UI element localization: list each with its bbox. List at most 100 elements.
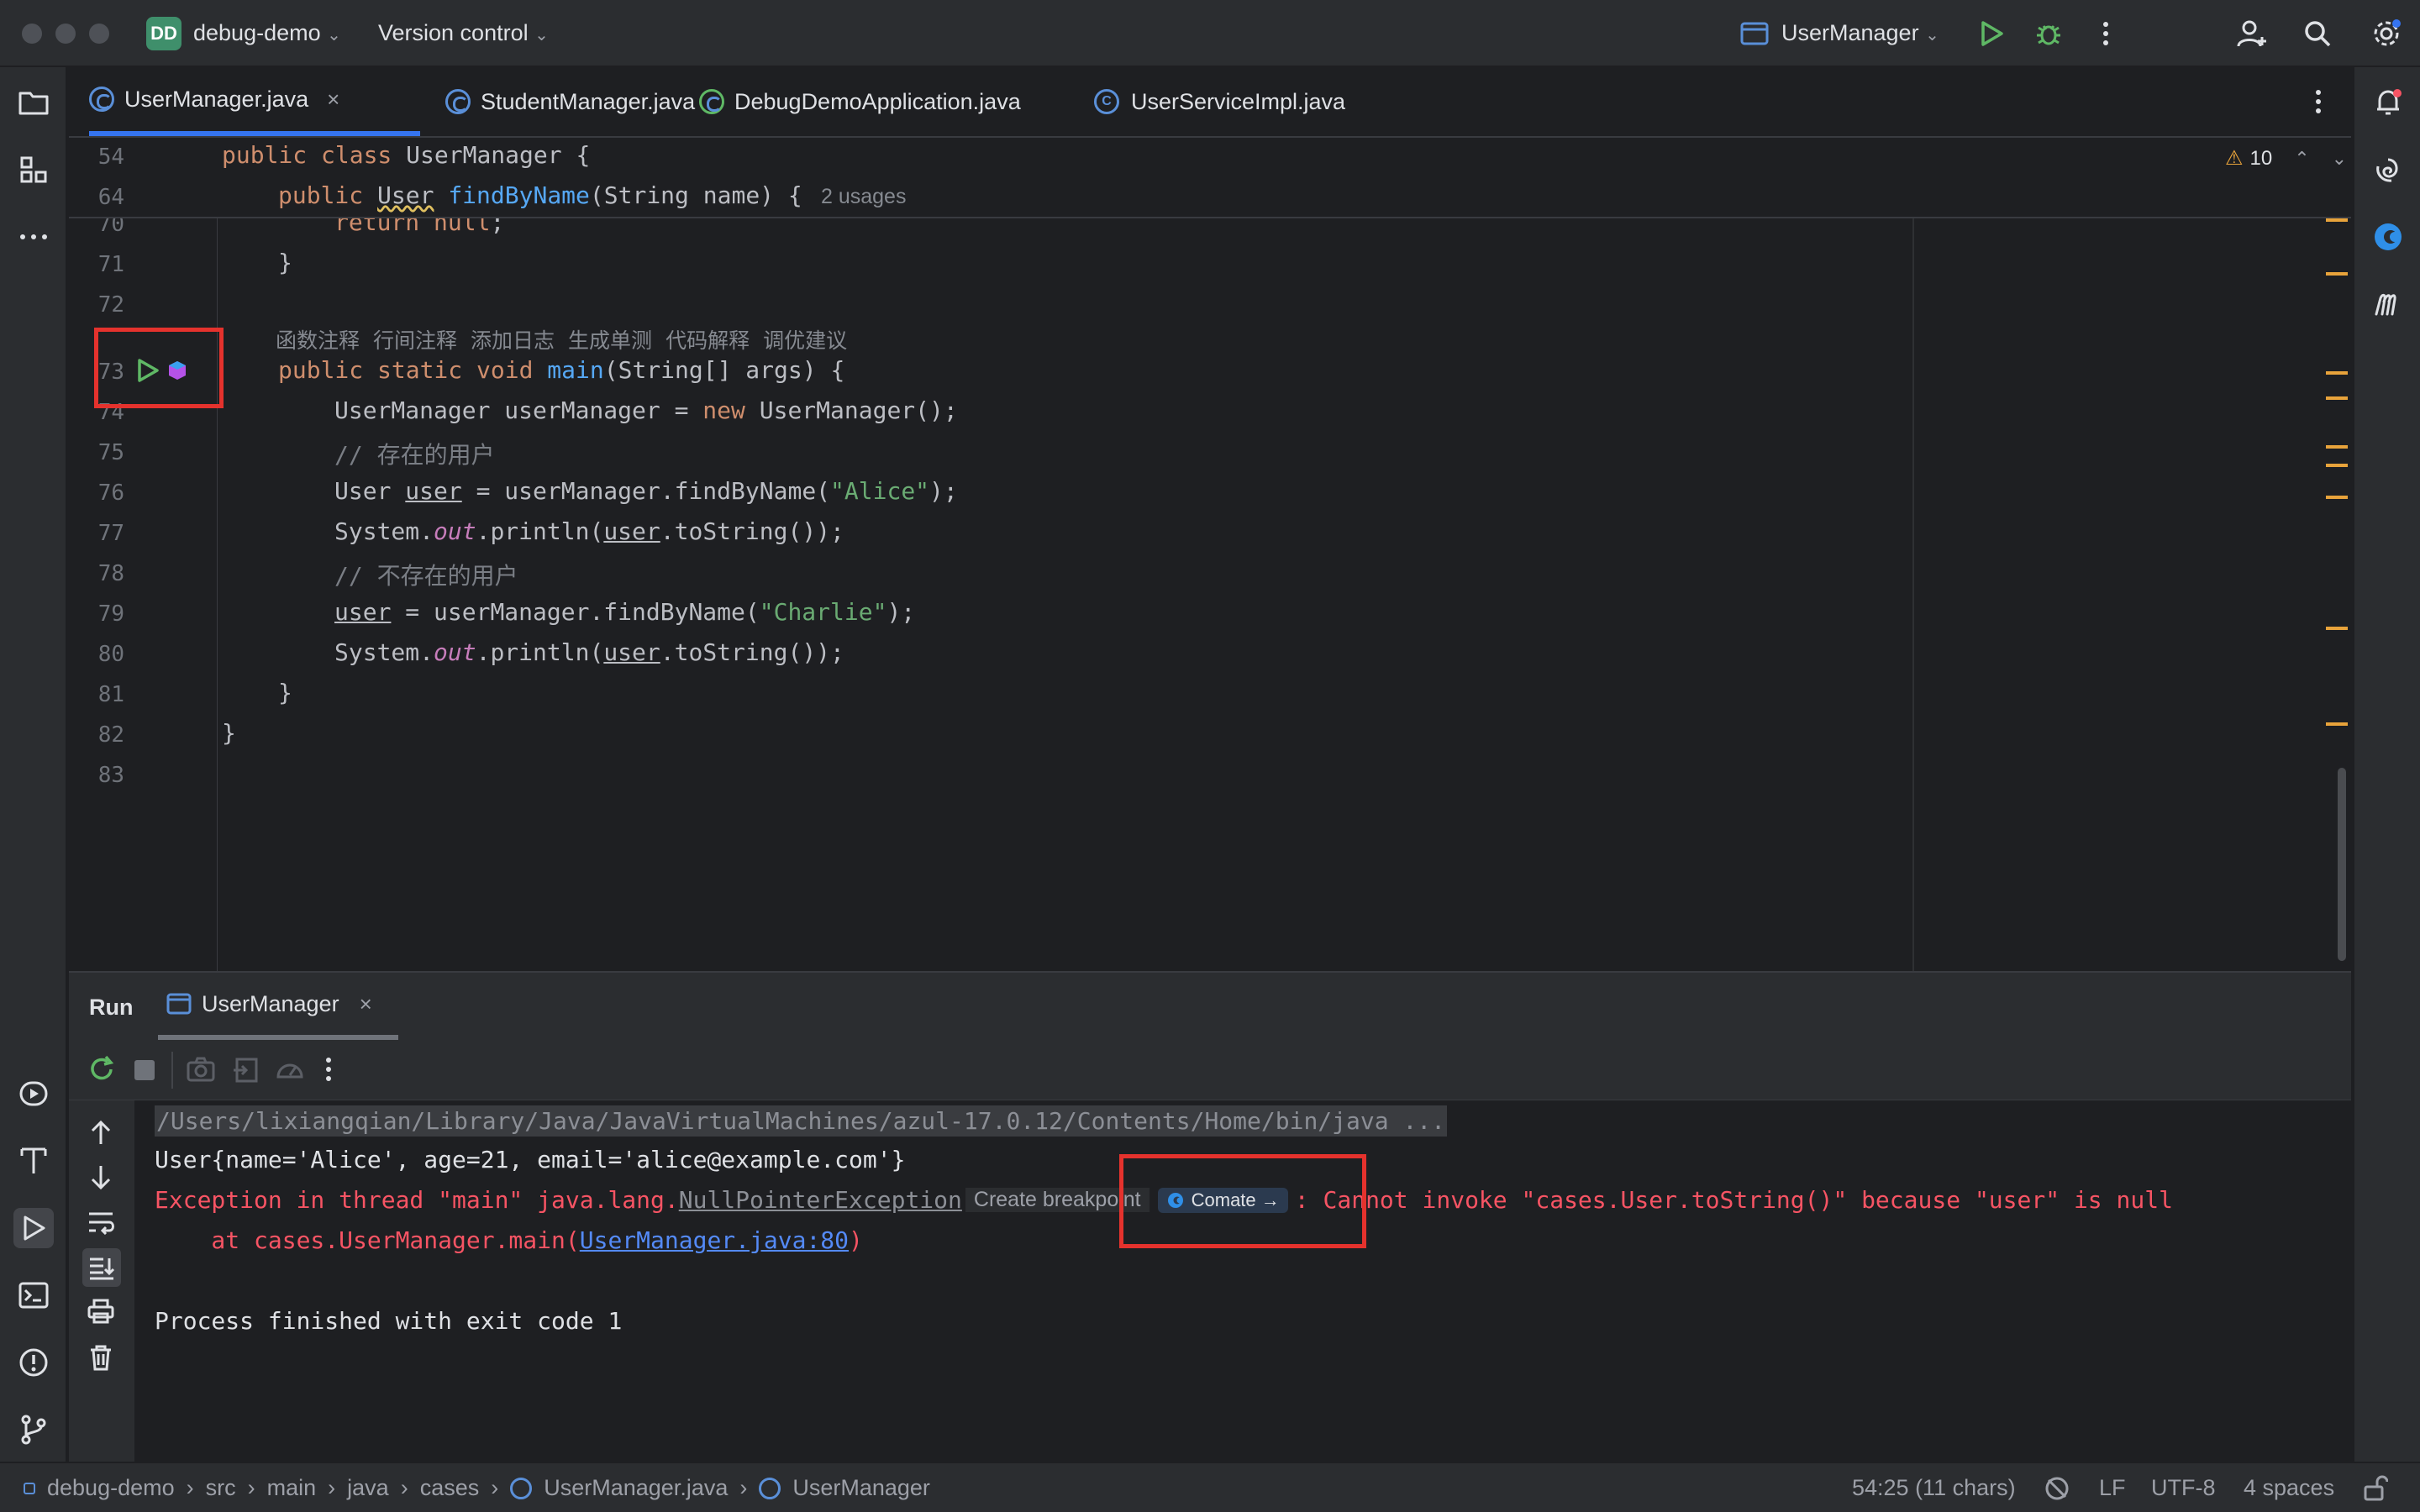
breadcrumb-item[interactable]: main <box>267 1475 317 1501</box>
stack-frame-link[interactable]: UserManager.java:80 <box>580 1226 849 1254</box>
codelens-add-log[interactable]: 添加日志 <box>471 324 555 354</box>
play-icon <box>1981 21 2003 46</box>
kebab-icon <box>326 1058 331 1081</box>
ai-assistant-button[interactable] <box>2368 150 2408 190</box>
breadcrumb-item[interactable]: UserManager <box>792 1475 930 1501</box>
project-selector[interactable]: debug-demo ⌄ <box>193 20 341 46</box>
warning-marker[interactable] <box>2326 464 2348 467</box>
dump-threads-button[interactable] <box>187 1057 215 1082</box>
warning-marker[interactable] <box>2326 627 2348 630</box>
scroll-down-button[interactable] <box>89 1164 113 1191</box>
print-button[interactable] <box>87 1299 114 1324</box>
run-button[interactable] <box>1975 17 2008 50</box>
code-with-me-button[interactable] <box>2235 17 2269 50</box>
chevron-down-icon: ⌄ <box>1925 26 1939 45</box>
profiler-button[interactable] <box>276 1057 304 1084</box>
breadcrumb-item[interactable]: cases <box>420 1475 480 1501</box>
bell-icon <box>2377 89 2402 115</box>
vcs-menu[interactable]: Version control ⌄ <box>378 20 549 46</box>
services-tool-button[interactable] <box>13 1074 54 1114</box>
git-tool-button[interactable] <box>13 1410 54 1450</box>
tab-usermanager[interactable]: UserManager.java × <box>89 67 420 136</box>
highlight-box <box>94 328 224 408</box>
scroll-to-end-button[interactable] <box>82 1248 121 1287</box>
caret-position[interactable]: 54:25 (11 chars) <box>1852 1475 2016 1501</box>
project-tool-button[interactable] <box>13 82 54 123</box>
stop-button[interactable] <box>134 1060 155 1080</box>
exception-class-link[interactable]: NullPointerException <box>679 1186 962 1214</box>
settings-button[interactable] <box>2370 17 2403 50</box>
readonly-toggle[interactable] <box>2044 1475 2070 1502</box>
more-tools-button[interactable] <box>13 217 54 257</box>
chevron-right-icon: › <box>739 1475 748 1500</box>
run-more-button[interactable] <box>324 1057 333 1082</box>
indent-setting[interactable]: 4 spaces <box>2244 1475 2334 1501</box>
warning-marker[interactable] <box>2326 371 2348 375</box>
right-toolbar <box>2353 67 2420 1462</box>
run-tool-button[interactable] <box>13 1208 54 1248</box>
warning-marker[interactable] <box>2326 445 2348 449</box>
code-editor[interactable]: 54 public class UserManager { 64 public … <box>69 138 2351 971</box>
java-class-icon <box>510 1477 533 1499</box>
more-actions-button[interactable] <box>2089 17 2123 50</box>
breadcrumb: debug-demo › src › main › java › cases ›… <box>24 1475 930 1501</box>
notifications-button[interactable] <box>2368 82 2408 123</box>
highlight-box <box>1119 1154 1366 1248</box>
close-tab-button[interactable]: × <box>360 991 372 1017</box>
tab-userserviceimpl[interactable]: C UserServiceImpl.java <box>1094 67 1345 136</box>
tab-debugdemoapplication[interactable]: DebugDemoApplication.java <box>699 67 1021 136</box>
breadcrumb-item[interactable]: debug-demo <box>47 1475 175 1501</box>
breadcrumb-item[interactable]: UserManager.java <box>544 1475 728 1501</box>
codelens-optimize[interactable]: 调优建议 <box>763 324 847 354</box>
chevron-up-icon[interactable]: ⌃ <box>2294 148 2309 170</box>
comate-button[interactable] <box>2368 217 2408 257</box>
file-lock-toggle[interactable] <box>2363 1475 2388 1502</box>
run-tab-usermanager[interactable]: UserManager × <box>158 973 398 1040</box>
search-button[interactable] <box>2301 17 2334 50</box>
scroll-up-button[interactable] <box>89 1119 113 1146</box>
line-number: 79 <box>97 601 124 627</box>
terminal-tool-button[interactable] <box>13 1275 54 1315</box>
window-minimize-button[interactable] <box>55 24 76 44</box>
warning-marker[interactable] <box>2326 218 2348 222</box>
warning-marker[interactable] <box>2326 496 2348 499</box>
camera-icon <box>187 1057 215 1082</box>
codelens-function-comment[interactable]: 函数注释 <box>276 324 360 354</box>
warning-marker[interactable] <box>2326 272 2348 276</box>
breadcrumb-item[interactable]: java <box>347 1475 389 1501</box>
chevron-down-icon[interactable]: ⌄ <box>2332 148 2347 170</box>
line-number: 71 <box>97 252 124 277</box>
codelens-generate-test[interactable]: 生成单测 <box>568 324 652 354</box>
file-encoding[interactable]: UTF-8 <box>2151 1475 2216 1501</box>
structure-tool-button[interactable] <box>13 150 54 190</box>
run-config-selector[interactable]: UserManager ⌄ <box>1781 20 1939 46</box>
window-zoom-button[interactable] <box>89 24 109 44</box>
tabs-more-button[interactable] <box>2314 67 2323 136</box>
maven-tool-button[interactable] <box>2368 284 2408 324</box>
line-separator[interactable]: LF <box>2099 1475 2126 1501</box>
toolbar-divider <box>171 1052 173 1089</box>
warning-marker[interactable] <box>2326 722 2348 726</box>
codelens-explain-code[interactable]: 代码解释 <box>666 324 750 354</box>
inspection-widget[interactable]: ⚠ 10 ⌃ ⌄ <box>2225 146 2347 171</box>
clear-console-button[interactable] <box>89 1344 113 1371</box>
close-tab-button[interactable]: × <box>327 87 339 113</box>
git-branch-icon <box>21 1415 46 1445</box>
editor-scrollbar[interactable] <box>2338 768 2346 961</box>
line-number: 76 <box>97 480 124 506</box>
problems-tool-button[interactable] <box>13 1342 54 1383</box>
usages-hint[interactable]: 2 usages <box>821 185 906 209</box>
build-tool-button[interactable] <box>13 1141 54 1181</box>
debug-button[interactable] <box>2032 17 2065 50</box>
breadcrumb-item[interactable]: src <box>206 1475 236 1501</box>
rerun-button[interactable] <box>87 1055 116 1084</box>
soft-wrap-button[interactable] <box>87 1210 114 1235</box>
codelens-inline-comment[interactable]: 行间注释 <box>373 324 457 354</box>
code-line: } <box>222 719 236 747</box>
window-close-button[interactable] <box>22 24 42 44</box>
tab-studentmanager[interactable]: StudentManager.java <box>445 67 695 136</box>
gear-icon <box>2374 19 2401 46</box>
exit-button[interactable] <box>232 1057 259 1084</box>
warning-marker[interactable] <box>2326 396 2348 400</box>
comate-codelens: 函数注释 行间注释 添加日志 生成单测 代码解释 调优建议 <box>276 324 847 354</box>
